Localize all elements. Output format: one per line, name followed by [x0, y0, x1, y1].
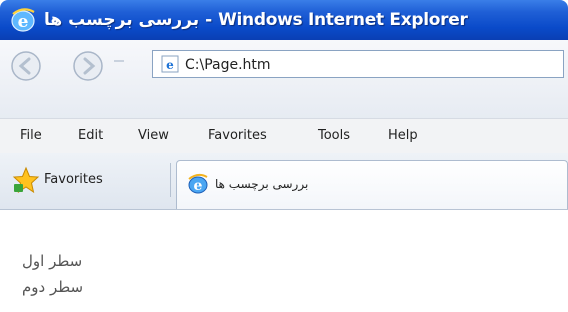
menu-favorites[interactable]: Favorites	[208, 126, 267, 146]
favorites-button[interactable]: Favorites	[12, 166, 162, 194]
content-line-2: سطر دوم	[22, 278, 84, 296]
ie-logo-icon[interactable]: e	[10, 7, 36, 33]
menu-view[interactable]: View	[138, 126, 169, 146]
back-arrow-icon[interactable]	[10, 50, 42, 82]
ie-page-icon: e	[161, 55, 179, 73]
tab-title: بررسی برچسب ها	[215, 177, 309, 191]
menu-file[interactable]: File	[20, 126, 42, 146]
window-title: بررسی برچسب ها - Windows Internet Explor…	[44, 10, 468, 30]
favorites-label: Favorites	[44, 172, 103, 187]
svg-text:e: e	[166, 58, 174, 72]
title-bar[interactable]: e بررسی برچسب ها - Windows Internet Expl…	[0, 0, 568, 40]
menu-tools[interactable]: Tools	[318, 126, 350, 146]
tab-current-page[interactable]: e بررسی برچسب ها	[176, 160, 568, 209]
navigation-bar: e C:\Page.htm	[0, 40, 568, 120]
page-content: سطر اول سطر دوم	[0, 210, 568, 312]
address-url[interactable]: C:\Page.htm	[185, 54, 271, 76]
favorites-separator	[170, 163, 171, 197]
favorites-star-icon	[12, 166, 40, 194]
menu-edit[interactable]: Edit	[78, 126, 103, 146]
favorites-bar: Favorites e بررسی برچسب ها	[0, 153, 568, 210]
menu-help[interactable]: Help	[388, 126, 418, 146]
svg-text:e: e	[194, 178, 203, 194]
svg-text:e: e	[18, 12, 29, 32]
ie-window: e بررسی برچسب ها - Windows Internet Expl…	[0, 0, 568, 312]
content-line-1: سطر اول	[22, 252, 83, 270]
nav-separator	[114, 60, 124, 62]
ie-tab-icon: e	[188, 173, 208, 194]
forward-arrow-icon[interactable]	[72, 50, 104, 82]
menu-bar: File Edit View Favorites Tools Help	[0, 118, 568, 154]
address-input[interactable]: e C:\Page.htm	[152, 50, 564, 78]
